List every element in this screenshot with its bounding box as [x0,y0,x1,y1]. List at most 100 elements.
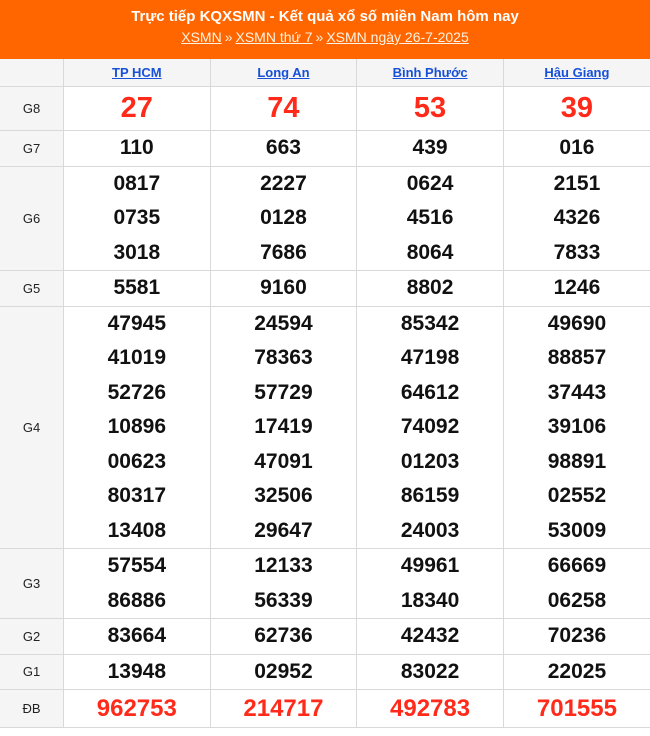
result-cell: 13948 [63,654,211,690]
result-number: 3018 [113,240,161,264]
result-number: 4516 [406,206,454,229]
special-prize-number: 962753 [96,695,177,722]
result-number: 5581 [113,276,161,299]
result-cell: 70236 [503,618,650,655]
result-number: 12133 [254,554,313,577]
result-number: 74 [267,92,300,124]
result-cell: 439 [356,130,504,167]
result-number: 663 [265,136,301,159]
result-cell: 12133 56339 [210,548,358,619]
result-number: 70236 [547,624,607,647]
prize-row-g3: G3 57554 86886 12133 56339 49961 18340 66669 062… [0,548,650,619]
page-header: Trực tiếp KQXSMN - Kết quả xổ số miền Na… [0,0,650,59]
prize-row-g6: G6 0817 0735 3018 2227 0128 7686 0624 4516 8064 21… [0,166,650,271]
breadcrumb-xsmn[interactable]: XSMN [181,29,221,45]
result-number: 49690 [547,311,607,335]
result-cell: 016 [503,130,650,167]
breadcrumb-xsmn-date[interactable]: XSMN ngày 26-7-2025 [326,29,468,45]
result-number: 37443 [547,380,607,404]
result-cell: 66669 06258 [503,548,650,619]
result-number: 83022 [400,659,460,683]
breadcrumb-separator: » [315,29,324,45]
result-cell: 02952 [210,654,358,690]
result-cell: 110 [63,130,211,167]
breadcrumb: XSMN» XSMN thứ 7» XSMN ngày 26-7-2025 [0,27,650,47]
result-number: 7686 [260,240,307,264]
result-number: 62736 [254,624,313,647]
result-cell: 62736 [210,618,358,655]
result-number: 98891 [547,449,607,473]
province-header-long-an: Long An [210,59,358,87]
result-cell: 83022 [356,654,504,690]
result-cell: 42432 [356,618,504,655]
prize-row-g4: G4 47945 41019 52726 10896 00623 80317 13408 245… [0,306,650,549]
result-cell: 962753 [63,689,211,728]
result-number: 22025 [547,659,607,683]
result-number: 439 [412,136,448,159]
province-link-binh-phuoc[interactable]: Bình Phước [393,65,468,80]
result-number: 02952 [254,659,313,683]
result-number: 27 [120,92,153,124]
result-number: 016 [559,136,595,159]
province-link-tp-hcm[interactable]: TP HCM [112,65,162,80]
result-number: 47198 [400,346,460,369]
prize-label: G5 [0,270,64,307]
result-number: 39106 [547,415,607,438]
result-number: 74092 [400,415,460,438]
header-corner [0,59,64,87]
result-number: 57729 [254,380,313,404]
result-cell: 9160 [210,270,358,307]
result-cell: 74 [210,86,358,131]
result-cell: 85342 47198 64612 74092 01203 86159 24003 [356,306,504,549]
result-number: 64612 [400,380,460,404]
result-number: 2227 [260,171,307,195]
result-number: 13948 [107,659,167,683]
result-cell: 701555 [503,689,650,728]
breadcrumb-separator: » [224,29,233,45]
province-link-long-an[interactable]: Long An [257,65,309,80]
result-number: 110 [119,136,154,159]
result-cell: 53 [356,86,504,131]
prize-label: G6 [0,166,64,271]
result-number: 24003 [400,518,460,542]
result-number: 39 [560,92,594,124]
result-number: 24594 [254,311,313,335]
special-prize-number: 492783 [390,695,471,722]
result-number: 4326 [553,206,601,229]
result-number: 8064 [406,240,454,264]
result-cell: 2151 4326 7833 [503,166,650,271]
province-header-row: TP HCM Long An Bình Phước Hậu Giang [0,59,650,87]
result-cell: 8802 [356,270,504,307]
result-number: 0624 [406,171,454,195]
result-cell: 492783 [356,689,504,728]
result-number: 01203 [400,449,460,473]
result-number: 9160 [260,276,307,299]
result-cell: 0624 4516 8064 [356,166,504,271]
result-number: 47945 [107,311,167,335]
special-prize-number: 701555 [536,695,617,722]
prize-label: G1 [0,654,64,690]
prize-label: G2 [0,618,64,655]
province-link-hau-giang[interactable]: Hậu Giang [544,65,609,80]
result-number: 42432 [400,624,460,647]
result-cell: 5581 [63,270,211,307]
result-cell: 2227 0128 7686 [210,166,358,271]
result-number: 32506 [254,484,313,507]
prize-label: G4 [0,306,64,549]
result-number: 56339 [254,588,313,612]
result-cell: 1246 [503,270,650,307]
result-number: 18340 [400,588,460,612]
prize-row-g7: G7 110 663 439 016 [0,130,650,167]
special-prize-number: 214717 [243,695,324,722]
result-number: 13408 [107,518,167,542]
result-number: 8802 [406,276,454,299]
result-number: 17419 [254,415,313,438]
result-number: 49961 [400,554,460,577]
prize-row-g5: G5 5581 9160 8802 1246 [0,270,650,307]
breadcrumb-xsmn-thu-7[interactable]: XSMN thứ 7 [235,29,312,45]
result-cell: 57554 86886 [63,548,211,619]
results-table: TP HCM Long An Bình Phước Hậu Giang G8 27… [0,59,650,728]
result-number: 7833 [553,240,601,264]
result-number: 0128 [260,206,307,229]
province-header-tp-hcm: TP HCM [63,59,211,87]
